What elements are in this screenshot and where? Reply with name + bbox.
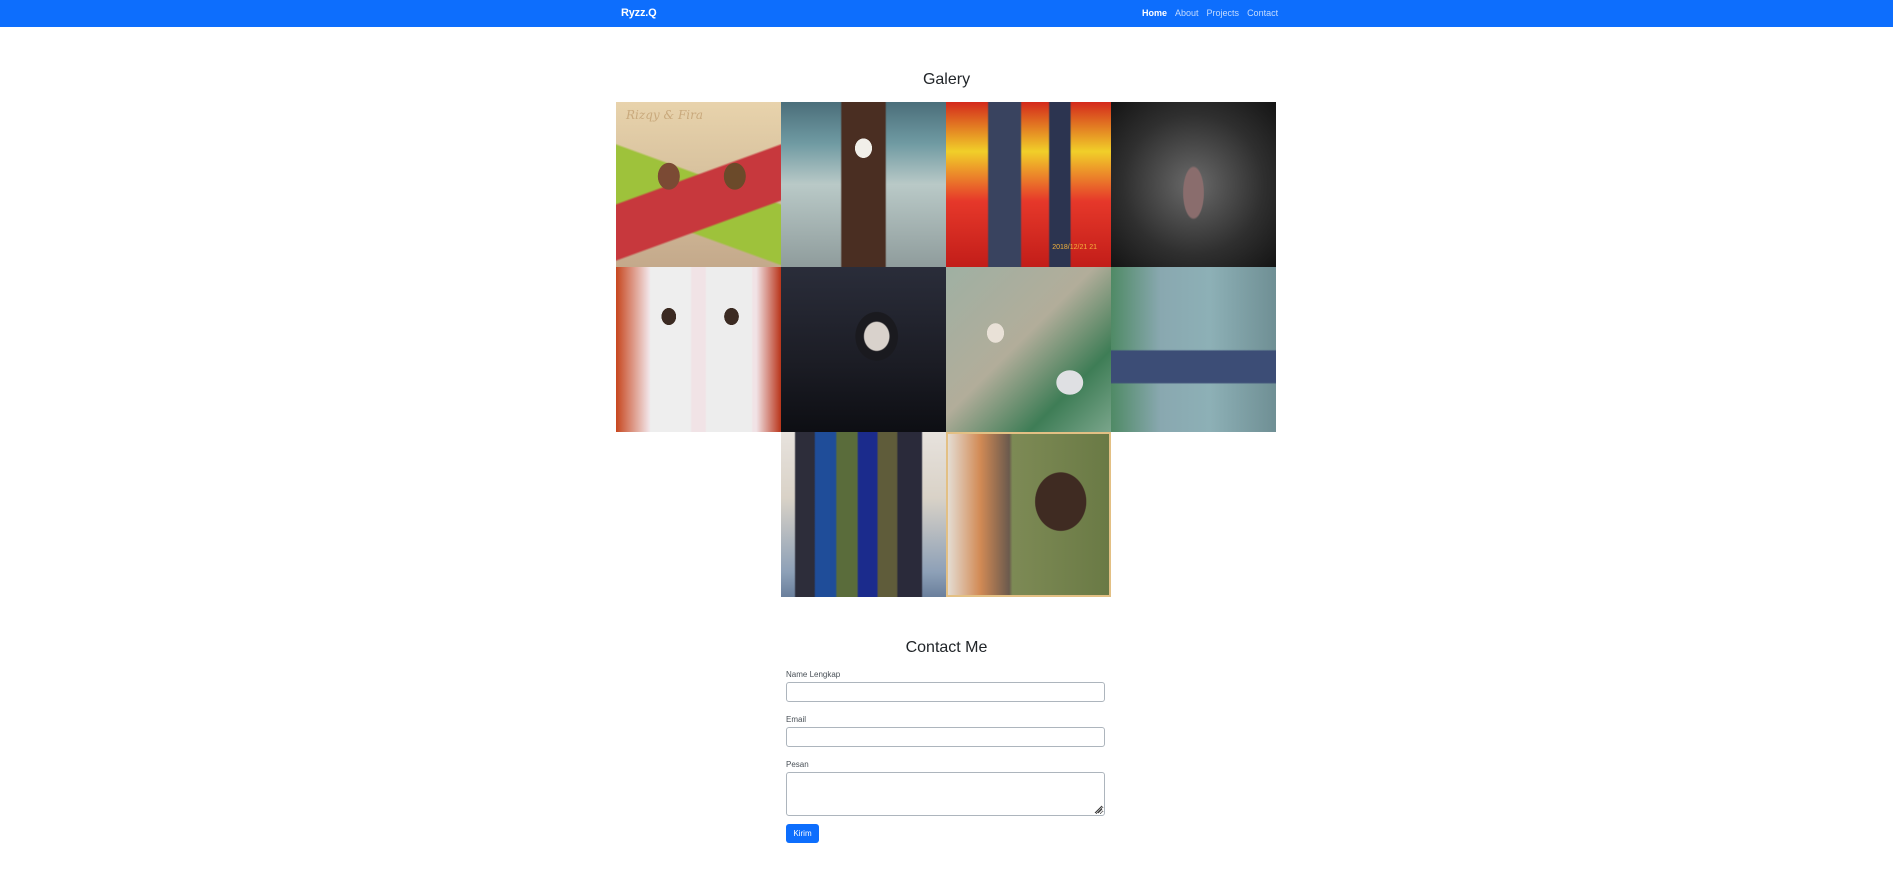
submit-button[interactable]: Kirim: [786, 824, 819, 843]
nav-link-home[interactable]: Home: [1142, 8, 1167, 18]
email-label: Email: [786, 715, 807, 724]
message-label: Pesan: [786, 760, 809, 769]
gallery-photo-8[interactable]: [1111, 267, 1276, 432]
gallery-photo-5[interactable]: [616, 267, 781, 432]
gallery-photo-6[interactable]: [781, 267, 946, 432]
navbar-brand[interactable]: Ryzz.Q: [621, 7, 657, 19]
email-input[interactable]: [786, 727, 1105, 747]
gallery-photo-10[interactable]: [946, 432, 1111, 597]
contact-form: Name Lengkap Email Pesan: [786, 670, 1106, 816]
gallery-photo-3[interactable]: 2018/12/21 21: [946, 102, 1111, 267]
gallery-title: Galery: [922, 71, 971, 88]
gallery-photo-2[interactable]: [781, 102, 946, 267]
gallery-grid: Rizqy & Fira 2018/12/21 21: [616, 102, 1276, 597]
contact-title: Contact Me: [905, 639, 988, 656]
nav-link-projects[interactable]: Projects: [1207, 8, 1240, 18]
photo-timestamp: 2018/12/21 21: [1052, 244, 1097, 251]
photo-caption: Rizqy & Fira: [626, 108, 704, 122]
message-wrapper: [786, 772, 1105, 816]
message-textarea[interactable]: [786, 772, 1105, 816]
gallery-photo-1[interactable]: Rizqy & Fira: [616, 102, 781, 267]
name-label: Name Lengkap: [786, 670, 841, 679]
gallery-photo-4[interactable]: [1111, 102, 1276, 267]
navbar: Ryzz.Q Home About Projects Contact: [0, 0, 1893, 27]
nav-link-contact[interactable]: Contact: [1247, 8, 1278, 18]
resize-handle-icon[interactable]: [1093, 804, 1103, 814]
gallery-photo-9[interactable]: [781, 432, 946, 597]
navbar-links: Home About Projects Contact: [1142, 8, 1278, 18]
name-input[interactable]: [786, 682, 1105, 702]
gallery-photo-7[interactable]: [946, 267, 1111, 432]
nav-link-about[interactable]: About: [1175, 8, 1199, 18]
